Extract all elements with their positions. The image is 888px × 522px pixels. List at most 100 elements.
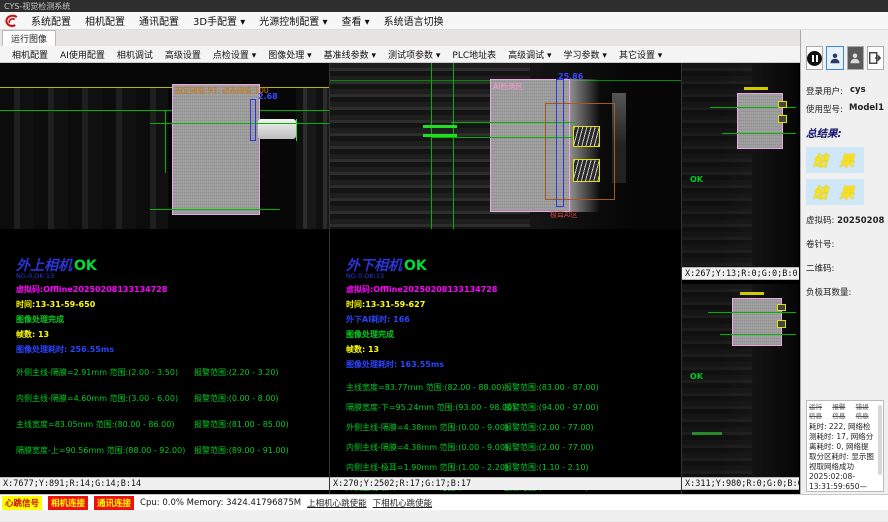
small-view-status: OK bbox=[690, 175, 703, 184]
control-sidebar: 登录用户: cys 使用型号: Model1 总结果: 结 果 结 果 虚拟码:… bbox=[800, 30, 888, 494]
virtual-code-value: 20250208 bbox=[837, 216, 884, 226]
user-button[interactable] bbox=[826, 46, 843, 70]
log-tab-run[interactable]: 运行信息 bbox=[809, 403, 828, 421]
cell-region bbox=[172, 84, 260, 215]
measure-text: 外侧主线-隔膜=4.38mm 范围:(0.00 - 9.00) bbox=[346, 422, 504, 433]
tab-detect-box bbox=[778, 101, 787, 108]
measure-text: 隔膜宽度-下=95.24mm 范围:(93.00 - 98.00) bbox=[346, 402, 504, 413]
upper-camera-heartbeat-toggle[interactable]: 上相机心跳使能 bbox=[307, 497, 367, 509]
tool-ai-usage[interactable]: AI使用配置 bbox=[54, 48, 111, 61]
left-coordinate-strip: X:7677;Y:891;R:14;G:14;B:14 bbox=[0, 477, 329, 490]
yellow-marker bbox=[744, 87, 768, 90]
tool-advanced-settings[interactable]: 高级设置 bbox=[159, 48, 207, 61]
pause-button[interactable] bbox=[806, 46, 823, 70]
qr-code-row: 二维码: bbox=[806, 262, 884, 274]
menu-light-config[interactable]: 光源控制配置 ▾ bbox=[252, 13, 334, 28]
tab-detect-box bbox=[573, 126, 600, 147]
menu-3d-config[interactable]: 3D手配置 ▾ bbox=[186, 13, 252, 28]
tool-camera-debug[interactable]: 相机调试 bbox=[111, 48, 159, 61]
measure-value-label: 25.86 bbox=[558, 72, 583, 81]
green-marker bbox=[692, 432, 722, 435]
tab-detect-box bbox=[573, 159, 600, 182]
exit-button[interactable] bbox=[867, 46, 884, 70]
tab-detect-box bbox=[777, 320, 786, 328]
mid-result-panel: 外下相机OK NG:0,OK:13 虚拟码:Offline20250208133… bbox=[330, 229, 681, 493]
tab-count-row: 负极耳数量: bbox=[806, 286, 884, 298]
login-user-value: cys bbox=[850, 85, 866, 97]
tool-camera-config[interactable]: 相机配置 bbox=[6, 48, 54, 61]
measure-text: 主线宽度=83.77mm 范围:(82.00 - 88.00) bbox=[346, 382, 504, 393]
tab-run-image[interactable]: 运行图像 bbox=[2, 30, 56, 46]
alarm-text: 报警范围:(2.00 - 77.00) bbox=[504, 422, 594, 433]
model-value: Model1 bbox=[849, 103, 884, 115]
pixel-coordinates: X:270;Y:2502;R:17;G:17;B:17 bbox=[333, 479, 471, 489]
sidebar-buttons bbox=[806, 46, 884, 70]
tool-baseline-params[interactable]: 基准线参数 ▾ bbox=[318, 48, 382, 61]
operator-icon bbox=[849, 51, 861, 65]
alarm-text: 报警范围:(2.20 - 3.20) bbox=[194, 367, 279, 378]
login-user-label: 登录用户: bbox=[806, 85, 850, 97]
green-edge-line bbox=[453, 63, 454, 229]
window-title: CYS-视觉检测系统 bbox=[4, 1, 70, 12]
exit-door-icon bbox=[868, 51, 882, 65]
lower-camera-heartbeat-toggle[interactable]: 下相机心跳使能 bbox=[373, 497, 433, 509]
operator-button[interactable] bbox=[847, 46, 864, 70]
tool-image-processing[interactable]: 图像处理 ▾ bbox=[262, 48, 317, 61]
window-titlebar: CYS-视觉检测系统 bbox=[0, 0, 888, 12]
measure-text: 外侧主线-隔膜=2.91mm 范围:(2.00 - 3.50) bbox=[16, 367, 194, 378]
result-ok-badge: OK bbox=[404, 258, 427, 274]
alarm-text: 报警范围:(1.10 - 2.10) bbox=[504, 462, 589, 473]
menu-comm-config[interactable]: 通讯配置 bbox=[132, 13, 186, 28]
log-tab-alarm[interactable]: 报警信息 bbox=[832, 403, 851, 421]
menu-language-switch[interactable]: 系统语言切换 bbox=[377, 13, 451, 28]
tool-other-settings[interactable]: 其它设置 ▾ bbox=[613, 48, 668, 61]
measurement-row: 主线宽度=83.77mm 范围:(82.00 - 88.00)报警范围:(83.… bbox=[346, 382, 679, 393]
qr-code-label: 二维码: bbox=[806, 264, 834, 274]
app-logo-icon bbox=[4, 13, 20, 29]
elapsed-line: 图像处理耗时: 163.55ms bbox=[346, 359, 679, 370]
tool-plc-address[interactable]: PLC地址表 bbox=[446, 48, 502, 61]
small-view-status: OK bbox=[690, 372, 703, 381]
left-camera-view[interactable]: 2.68 固定阈值:93, 动态阈值:100 bbox=[0, 63, 329, 229]
tool-learning-params[interactable]: 学习参数 ▾ bbox=[558, 48, 613, 61]
tab-detect-box bbox=[778, 115, 787, 123]
left-result-panel: 外上相机OK NG:0,OK:13 虚拟码:Offline20250208133… bbox=[0, 229, 329, 456]
mid-camera-view[interactable]: AI检测区 25.86 极耳AI区 bbox=[330, 63, 681, 229]
green-measure-line bbox=[708, 312, 796, 313]
main-column: 运行图像 相机配置 AI使用配置 相机调试 高级设置 点检设置 ▾ 图像处理 ▾… bbox=[0, 30, 800, 494]
tool-advanced-debug[interactable]: 高级调试 ▾ bbox=[502, 48, 557, 61]
tab-row: 运行图像 bbox=[0, 30, 800, 46]
virtual-code-label: 虚拟码: bbox=[806, 216, 834, 226]
tool-spot-check[interactable]: 点检设置 ▾ bbox=[207, 48, 262, 61]
small-views-column: OK X:267;Y:13;R:0;G:0;B:0 OK bbox=[682, 63, 799, 494]
menu-camera-config[interactable]: 相机配置 bbox=[78, 13, 132, 28]
mid-camera-panel: AI检测区 25.86 极耳AI区 外下相机OK NG:0,OK:13 虚拟码:… bbox=[330, 63, 682, 494]
menu-system-config[interactable]: 系统配置 bbox=[24, 13, 78, 28]
small-bottom-camera-view[interactable]: OK bbox=[682, 284, 799, 477]
green-measure-line bbox=[720, 334, 796, 335]
camera-connect-badge: 相机连接 bbox=[48, 496, 88, 510]
log-tab-error[interactable]: 错误信息 bbox=[856, 403, 875, 421]
small-top-camera-view[interactable]: OK bbox=[682, 63, 799, 267]
green-edge-line bbox=[431, 63, 432, 229]
tool-test-params[interactable]: 测试项参数 ▾ bbox=[382, 48, 446, 61]
alarm-text: 报警范围:(83.00 - 87.00) bbox=[504, 382, 599, 393]
green-measure-line bbox=[722, 133, 796, 134]
log-scrollbar[interactable] bbox=[878, 405, 882, 475]
comm-connect-badge: 通讯连接 bbox=[94, 496, 134, 510]
total-result-label: 总结果: bbox=[806, 126, 884, 141]
model-field: 使用型号: Model1 bbox=[806, 103, 884, 115]
window-bottom-edge bbox=[0, 510, 888, 521]
small-bottom-coordinate-strip: X:311;Y:980;R:0;G:0;B:0 bbox=[682, 477, 799, 490]
result-box-top: 结 果 bbox=[806, 147, 864, 173]
tab-count-label: 负极耳数量: bbox=[806, 288, 851, 298]
alarm-text: 报警范围:(81.00 - 85.00) bbox=[194, 419, 289, 430]
menu-bar: 系统配置 相机配置 通讯配置 3D手配置 ▾ 光源控制配置 ▾ 查看 ▾ 系统语… bbox=[0, 12, 888, 30]
menu-view[interactable]: 查看 ▾ bbox=[334, 13, 376, 28]
tab-ai-label: 极耳AI区 bbox=[550, 210, 578, 220]
virtual-code-row: 虚拟码: 20250208 bbox=[806, 214, 884, 226]
blue-roi-box bbox=[250, 99, 256, 141]
measure-text: 隔膜宽度-上=90.56mm 范围:(88.00 - 92.00) bbox=[16, 445, 194, 456]
timestamp-line: 时间:13-31-59-627 bbox=[346, 299, 679, 310]
blue-roi-box bbox=[556, 79, 564, 207]
